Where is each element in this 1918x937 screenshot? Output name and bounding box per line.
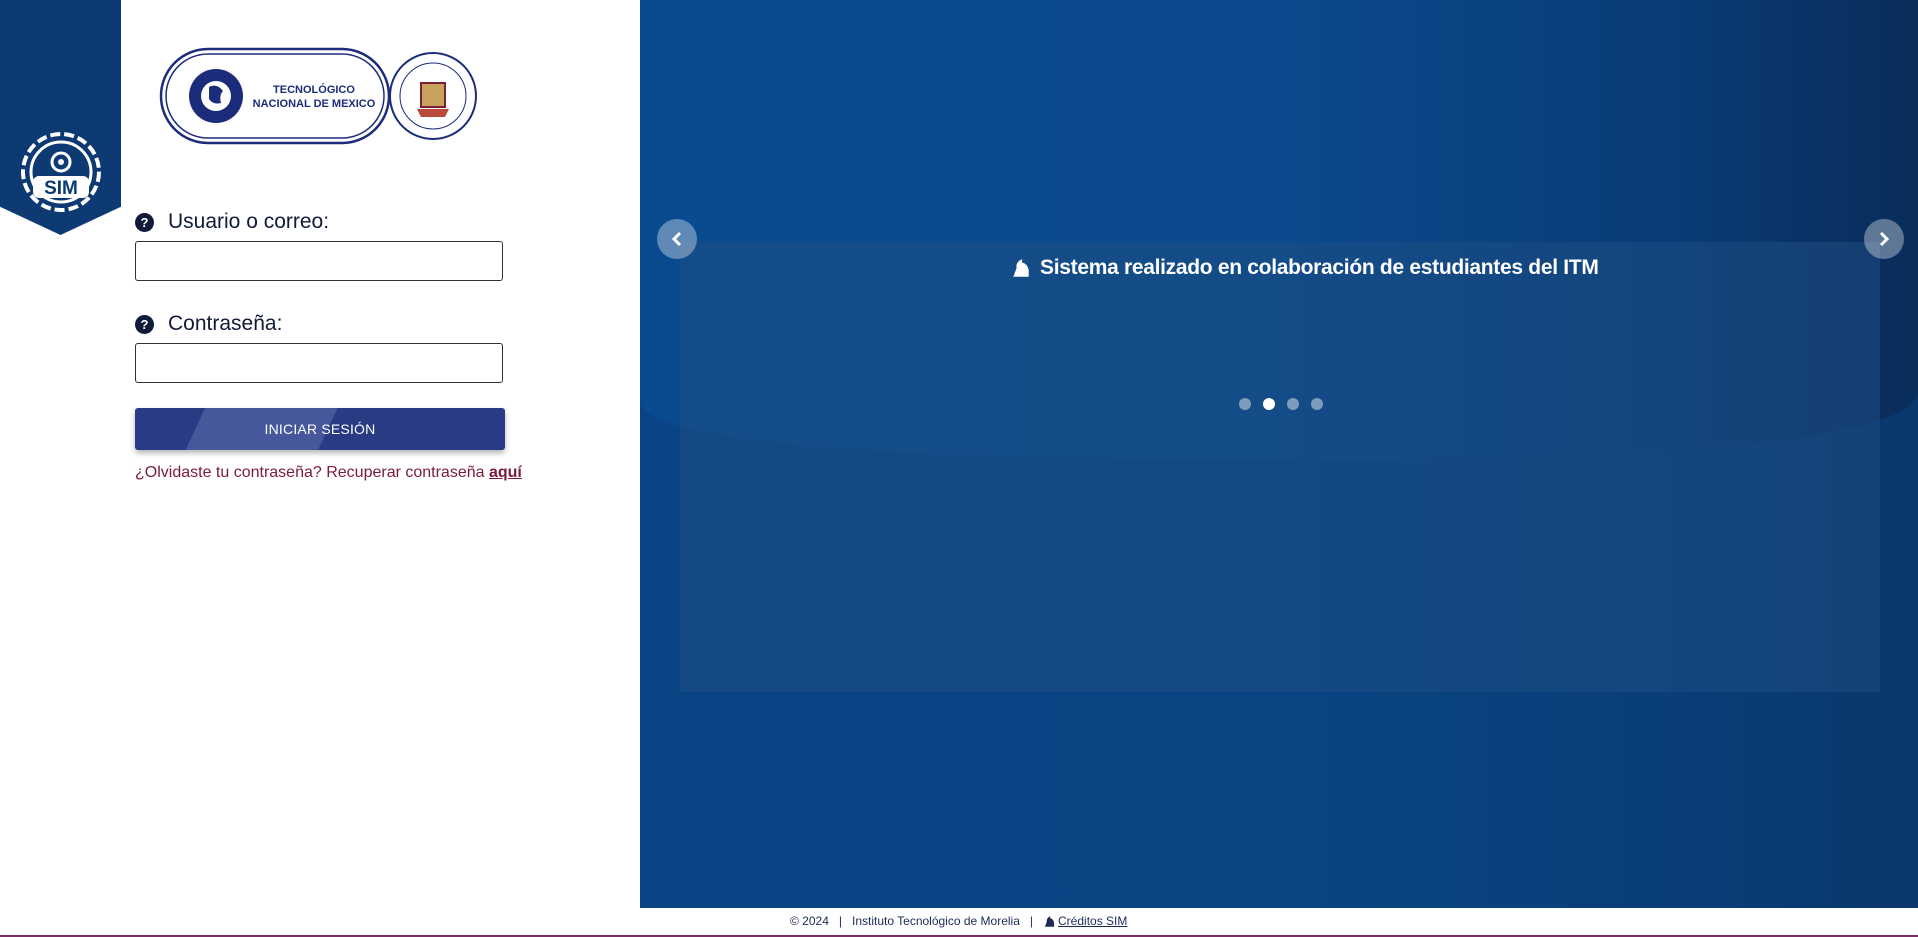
password-label-text: Contraseña: xyxy=(168,312,283,335)
students-illustration xyxy=(680,242,1880,692)
chevron-right-icon xyxy=(1879,231,1890,247)
chevron-left-icon xyxy=(671,231,682,247)
carousel-caption-text: Sistema realizado en colaboración de est… xyxy=(1040,256,1599,279)
institution-logos: TECNOLÓGICO NACIONAL DE MEXICO xyxy=(159,47,477,145)
recover-password-link[interactable]: aquí xyxy=(489,464,522,481)
tecnm-logo-line1: TECNOLÓGICO xyxy=(273,83,355,96)
user-label-text: Usuario o correo: xyxy=(168,210,330,233)
credits-link[interactable]: Créditos SIM xyxy=(1058,914,1127,928)
footer: © 2024 | Instituto Tecnológico de Moreli… xyxy=(790,914,1127,928)
footer-credits: Créditos SIM xyxy=(1043,914,1127,928)
horse-icon xyxy=(1044,915,1055,927)
password-help-icon[interactable]: ? xyxy=(135,314,154,334)
carousel-prev-button[interactable] xyxy=(657,219,697,259)
forgot-password-prompt: ¿Olvidaste tu contraseña? Recuperar cont… xyxy=(135,464,489,481)
user-help-icon[interactable]: ? xyxy=(135,212,154,232)
carousel-dot[interactable] xyxy=(1287,398,1299,410)
carousel-indicators xyxy=(1239,398,1323,410)
tecnm-logo-line2: NACIONAL DE MEXICO xyxy=(253,98,376,110)
itm-seal xyxy=(389,52,477,140)
login-button[interactable]: INICIAR SESIÓN xyxy=(135,408,505,450)
password-field-label: ? Contraseña: xyxy=(135,312,282,336)
footer-separator: | xyxy=(1029,914,1034,928)
carousel-dot[interactable] xyxy=(1263,398,1275,410)
hero-carousel: Sistema realizado en colaboración de est… xyxy=(640,0,1918,908)
password-input[interactable] xyxy=(135,343,503,383)
user-input[interactable] xyxy=(135,241,503,281)
carousel-dot[interactable] xyxy=(1311,398,1323,410)
user-field-label: ? Usuario o correo: xyxy=(135,210,329,234)
carousel-dot[interactable] xyxy=(1239,398,1251,410)
forgot-password-text: ¿Olvidaste tu contraseña? Recuperar cont… xyxy=(135,464,522,482)
tecnm-logo: TECNOLÓGICO NACIONAL DE MEXICO xyxy=(159,47,391,145)
sim-logo-text: SIM xyxy=(44,178,78,199)
horse-icon xyxy=(1013,259,1029,277)
carousel-next-button[interactable] xyxy=(1864,219,1904,259)
footer-copyright: © 2024 xyxy=(790,914,829,928)
carousel-caption: Sistema realizado en colaboración de est… xyxy=(1010,256,1599,280)
sim-ribbon: SIM xyxy=(0,0,121,235)
footer-separator: | xyxy=(838,914,842,928)
sim-logo: SIM xyxy=(21,132,101,212)
footer-institution: Instituto Tecnológico de Morelia xyxy=(852,914,1020,928)
